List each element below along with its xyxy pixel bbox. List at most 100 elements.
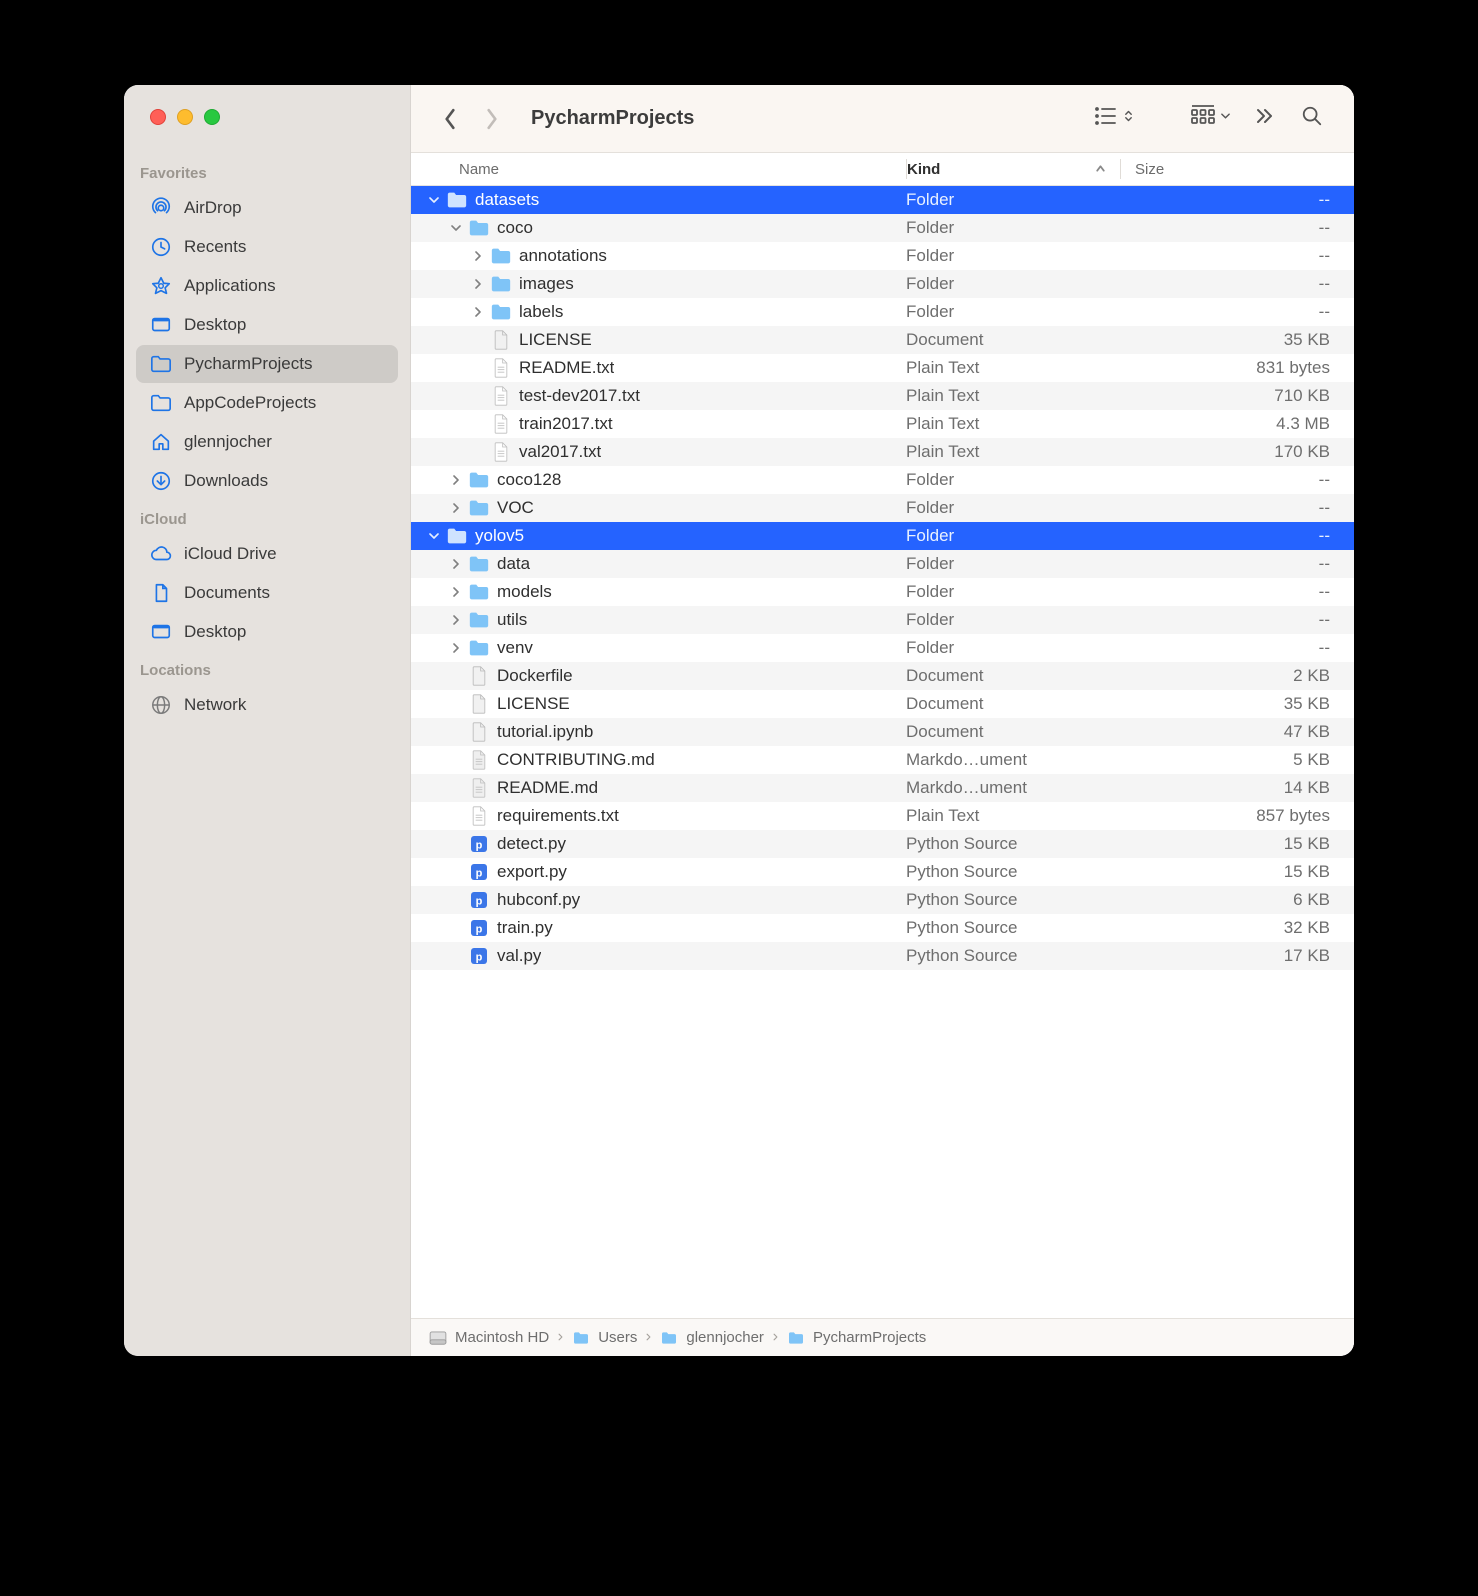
chevron-right-icon <box>645 1329 652 1346</box>
file-row[interactable]: hubconf.pyPython Source6 KB <box>411 886 1354 914</box>
file-size: -- <box>1119 246 1330 266</box>
file-row[interactable]: tutorial.ipynbDocument47 KB <box>411 718 1354 746</box>
py-icon <box>468 833 490 855</box>
file-row[interactable]: export.pyPython Source15 KB <box>411 858 1354 886</box>
file-row[interactable]: VOCFolder-- <box>411 494 1354 522</box>
group-by-button[interactable] <box>1185 99 1236 139</box>
file-row[interactable]: LICENSEDocument35 KB <box>411 690 1354 718</box>
py-icon <box>468 945 490 967</box>
file-row[interactable]: train2017.txtPlain Text4.3 MB <box>411 410 1354 438</box>
file-size: 35 KB <box>1119 694 1330 714</box>
file-row[interactable]: test-dev2017.txtPlain Text710 KB <box>411 382 1354 410</box>
path-segment[interactable]: glennjocher <box>686 1329 764 1346</box>
file-name: detect.py <box>497 834 566 854</box>
disclosure-triangle[interactable] <box>449 613 463 627</box>
sidebar-item-documents[interactable]: Documents <box>136 574 398 612</box>
minimize-button[interactable] <box>177 109 193 125</box>
disclosure-triangle[interactable] <box>449 641 463 655</box>
file-row[interactable]: venvFolder-- <box>411 634 1354 662</box>
txt-icon <box>490 385 512 407</box>
disclosure-triangle <box>449 725 463 739</box>
file-row[interactable]: imagesFolder-- <box>411 270 1354 298</box>
sidebar-item-desktop[interactable]: Desktop <box>136 613 398 651</box>
disclosure-triangle[interactable] <box>427 529 441 543</box>
file-row[interactable]: coco128Folder-- <box>411 466 1354 494</box>
toolbar-overflow-button[interactable] <box>1244 99 1284 139</box>
file-row[interactable]: train.pyPython Source32 KB <box>411 914 1354 942</box>
desktop-icon <box>150 621 172 643</box>
sidebar-item-applications[interactable]: Applications <box>136 267 398 305</box>
disclosure-triangle[interactable] <box>449 473 463 487</box>
file-name: export.py <box>497 862 567 882</box>
path-segment[interactable]: PycharmProjects <box>813 1329 926 1346</box>
file-row[interactable]: val.pyPython Source17 KB <box>411 942 1354 970</box>
forward-button[interactable] <box>475 99 509 139</box>
sidebar-item-appcodeprojects[interactable]: AppCodeProjects <box>136 384 398 422</box>
file-row[interactable]: modelsFolder-- <box>411 578 1354 606</box>
sidebar-item-glennjocher[interactable]: glennjocher <box>136 423 398 461</box>
sidebar-item-recents[interactable]: Recents <box>136 228 398 266</box>
disclosure-triangle[interactable] <box>449 501 463 515</box>
column-name[interactable]: Name <box>411 161 906 178</box>
view-list-button[interactable] <box>1088 99 1139 139</box>
path-segment[interactable]: Macintosh HD <box>455 1329 549 1346</box>
file-row[interactable]: DockerfileDocument2 KB <box>411 662 1354 690</box>
back-button[interactable] <box>433 99 467 139</box>
file-kind: Folder <box>906 582 1119 602</box>
search-button[interactable] <box>1292 99 1332 139</box>
file-row[interactable]: utilsFolder-- <box>411 606 1354 634</box>
disclosure-triangle[interactable] <box>471 277 485 291</box>
disclosure-triangle[interactable] <box>471 305 485 319</box>
file-kind: Folder <box>906 638 1119 658</box>
file-size: -- <box>1119 218 1330 238</box>
close-button[interactable] <box>150 109 166 125</box>
file-size: 710 KB <box>1119 386 1330 406</box>
sidebar-item-downloads[interactable]: Downloads <box>136 462 398 500</box>
folder-icon <box>468 609 490 631</box>
file-row[interactable]: LICENSEDocument35 KB <box>411 326 1354 354</box>
file-row[interactable]: README.txtPlain Text831 bytes <box>411 354 1354 382</box>
maximize-button[interactable] <box>204 109 220 125</box>
sidebar-item-airdrop[interactable]: AirDrop <box>136 189 398 227</box>
sidebar-item-pycharmprojects[interactable]: PycharmProjects <box>136 345 398 383</box>
file-name: utils <box>497 610 527 630</box>
disclosure-triangle[interactable] <box>471 249 485 263</box>
disclosure-triangle[interactable] <box>449 221 463 235</box>
file-list[interactable]: datasetsFolder--cocoFolder--annotationsF… <box>411 186 1354 1318</box>
file-row[interactable]: datasetsFolder-- <box>411 186 1354 214</box>
column-kind[interactable]: Kind <box>907 161 1120 178</box>
file-row[interactable]: labelsFolder-- <box>411 298 1354 326</box>
disclosure-triangle[interactable] <box>449 557 463 571</box>
file-row[interactable]: annotationsFolder-- <box>411 242 1354 270</box>
file-row[interactable]: val2017.txtPlain Text170 KB <box>411 438 1354 466</box>
file-row[interactable]: yolov5Folder-- <box>411 522 1354 550</box>
file-kind: Document <box>906 666 1119 686</box>
file-name: train2017.txt <box>519 414 613 434</box>
file-row[interactable]: requirements.txtPlain Text857 bytes <box>411 802 1354 830</box>
md-icon <box>468 777 490 799</box>
file-name: yolov5 <box>475 526 524 546</box>
file-row[interactable]: detect.pyPython Source15 KB <box>411 830 1354 858</box>
path-segment[interactable]: Users <box>598 1329 637 1346</box>
disclosure-triangle <box>449 921 463 935</box>
column-size[interactable]: Size <box>1121 161 1340 178</box>
path-bar: Macintosh HD Users glennjocher PycharmProje… <box>411 1318 1354 1356</box>
sidebar-item-icloud-drive[interactable]: iCloud Drive <box>136 535 398 573</box>
file-size: 2 KB <box>1119 666 1330 686</box>
disclosure-triangle[interactable] <box>427 193 441 207</box>
file-name: models <box>497 582 552 602</box>
disclosure-triangle[interactable] <box>449 585 463 599</box>
file-name: coco128 <box>497 470 561 490</box>
file-row[interactable]: dataFolder-- <box>411 550 1354 578</box>
file-row[interactable]: README.mdMarkdo…ument14 KB <box>411 774 1354 802</box>
sidebar-item-label: iCloud Drive <box>184 544 277 564</box>
folder-icon <box>446 525 468 547</box>
file-kind: Folder <box>906 610 1119 630</box>
file-row[interactable]: cocoFolder-- <box>411 214 1354 242</box>
file-row[interactable]: CONTRIBUTING.mdMarkdo…ument5 KB <box>411 746 1354 774</box>
sidebar-item-desktop[interactable]: Desktop <box>136 306 398 344</box>
file-kind: Plain Text <box>906 806 1119 826</box>
sidebar-item-network[interactable]: Network <box>136 686 398 724</box>
file-size: 15 KB <box>1119 862 1330 882</box>
file-kind: Folder <box>906 190 1119 210</box>
